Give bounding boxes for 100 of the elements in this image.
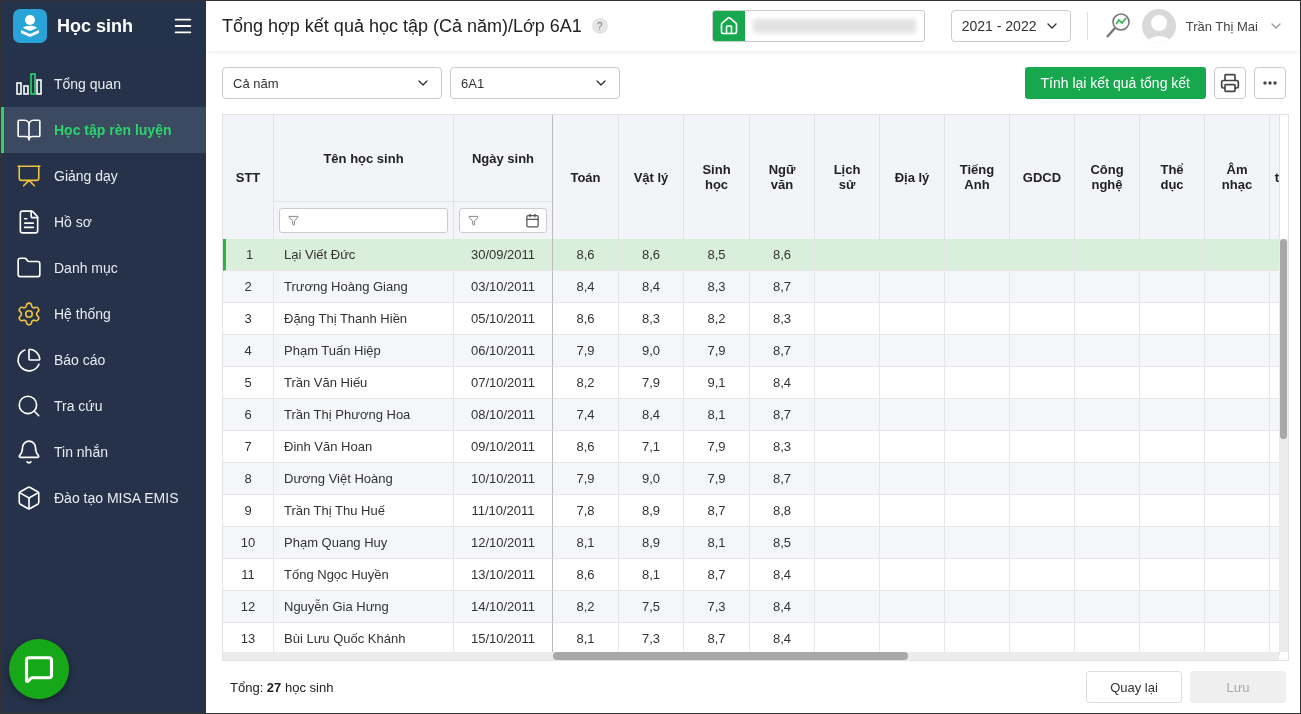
magnifier-chart-icon[interactable] — [1103, 12, 1132, 40]
table-cell — [1075, 527, 1140, 559]
table-cell — [1075, 335, 1140, 367]
table-cell: 8,3 — [750, 303, 815, 335]
table-cell: 8,7 — [684, 559, 750, 591]
table-cell — [880, 591, 945, 623]
table-cell — [945, 495, 1010, 527]
table-cell — [1075, 591, 1140, 623]
table-cell: 06/10/2011 — [454, 335, 553, 367]
more-button[interactable] — [1254, 67, 1286, 99]
table-cell — [1010, 463, 1075, 495]
table-cell — [1140, 463, 1205, 495]
table-cell — [1010, 559, 1075, 591]
table-cell — [1140, 399, 1205, 431]
table-cell — [1140, 335, 1205, 367]
table-cell — [1075, 463, 1140, 495]
table-cell — [1010, 271, 1075, 303]
scrollbar-thumb[interactable] — [1280, 239, 1287, 439]
column-header: Sinh học — [684, 115, 750, 239]
board-icon — [16, 163, 42, 189]
sidebar-item[interactable]: Giảng dạy — [1, 153, 206, 199]
table-cell — [945, 431, 1010, 463]
sidebar-item[interactable]: Hệ thống — [1, 291, 206, 337]
row-number: 7 — [223, 431, 274, 463]
table-cell — [1140, 239, 1205, 271]
table-cell — [880, 495, 945, 527]
school-year-dropdown[interactable]: 2021 - 2022 — [950, 10, 1071, 42]
row-number: 2 — [223, 271, 274, 303]
table-cell: Trần Thị Phương Hoa — [274, 399, 454, 431]
table-cell: 8,6 — [553, 303, 619, 335]
row-number: 11 — [223, 559, 274, 591]
scrollbar-thumb[interactable] — [553, 652, 908, 661]
user-name[interactable]: Trần Thị Mai — [1185, 18, 1258, 34]
table-cell: 7,1 — [619, 431, 684, 463]
school-selector[interactable] — [711, 10, 925, 42]
more-icon — [1263, 81, 1277, 85]
back-button[interactable]: Quay lại — [1086, 671, 1182, 704]
table-cell — [1075, 495, 1140, 527]
table-cell — [1140, 303, 1205, 335]
table-cell: Tống Ngọc Huyền — [274, 559, 454, 591]
print-button[interactable] — [1214, 67, 1246, 99]
column-header: Ngày sinh — [454, 115, 552, 202]
help-icon[interactable]: ? — [591, 18, 608, 34]
table-cell: 09/10/2011 — [454, 431, 553, 463]
sidebar-item[interactable]: Tra cứu — [1, 383, 206, 429]
column-header: GDCD — [1010, 115, 1075, 239]
filter-field[interactable] — [279, 208, 448, 233]
bell-icon — [16, 439, 42, 465]
sidebar-item[interactable]: Danh mục — [1, 245, 206, 291]
table-cell — [1075, 239, 1140, 271]
table-cell: 10/10/2011 — [454, 463, 553, 495]
row-number: 3 — [223, 303, 274, 335]
chat-icon — [24, 654, 54, 684]
settings-icon — [16, 301, 42, 327]
sidebar-item[interactable]: Hồ sơ — [1, 199, 206, 245]
search-icon — [16, 393, 42, 419]
table-cell: 8,7 — [750, 271, 815, 303]
table-cell — [815, 335, 880, 367]
row-number: 8 — [223, 463, 274, 495]
filter-dropdown[interactable]: 6A1 — [450, 67, 620, 99]
row-number: 1 — [223, 239, 274, 271]
table-cell: 7,9 — [684, 431, 750, 463]
table-cell — [1010, 591, 1075, 623]
table-cell: 7,9 — [684, 463, 750, 495]
table-cell: 8,7 — [750, 335, 815, 367]
table-cell — [1205, 495, 1270, 527]
table-cell — [1205, 559, 1270, 591]
table-cell — [815, 495, 880, 527]
page-title: Tổng hợp kết quả học tập (Cả năm)/Lớp 6A1 — [222, 15, 582, 37]
table-cell: Trần Thị Thu Huế — [274, 495, 454, 527]
sidebar-item[interactable]: Báo cáo — [1, 337, 206, 383]
sidebar-item[interactable]: Tổng quan — [1, 61, 206, 107]
column-header: Công nghệ — [1075, 115, 1140, 239]
table-cell — [945, 559, 1010, 591]
table-cell — [1205, 431, 1270, 463]
table-cell — [1140, 591, 1205, 623]
row-number: 4 — [223, 335, 274, 367]
row-number: 6 — [223, 399, 274, 431]
filter-dropdown[interactable]: Cả năm — [222, 67, 442, 99]
table-cell — [1010, 303, 1075, 335]
table-cell — [1010, 495, 1075, 527]
row-number: 12 — [223, 591, 274, 623]
table-cell — [1140, 431, 1205, 463]
table-cell: 8,6 — [553, 559, 619, 591]
column-header: Toán — [553, 115, 619, 239]
table-cell: 8,3 — [619, 303, 684, 335]
table-cell — [945, 527, 1010, 559]
table-cell: 8,2 — [553, 367, 619, 399]
filter-field[interactable] — [459, 208, 547, 233]
sidebar-item[interactable]: Học tập rèn luyện — [1, 107, 206, 153]
table-cell: 8,4 — [619, 271, 684, 303]
table-cell: 8,4 — [553, 271, 619, 303]
table-cell: Trần Văn Hiếu — [274, 367, 454, 399]
sidebar-item[interactable]: Tin nhắn — [1, 429, 206, 475]
table-cell: 8,4 — [750, 367, 815, 399]
sidebar-item[interactable]: Đào tạo MISA EMIS — [1, 475, 206, 521]
table-cell: 7,4 — [553, 399, 619, 431]
calendar-icon[interactable] — [525, 213, 540, 228]
chat-button[interactable] — [9, 639, 69, 699]
table-cell: 7,9 — [553, 463, 619, 495]
